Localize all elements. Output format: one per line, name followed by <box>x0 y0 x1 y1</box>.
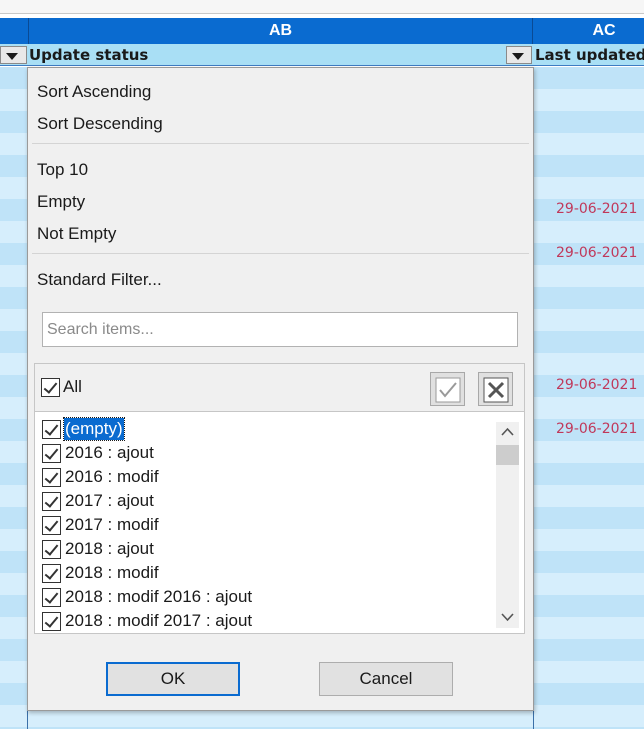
filter-value-checkbox[interactable] <box>42 516 61 535</box>
filter-value-label[interactable]: 2018 : modif 2016 : ajout <box>64 586 253 608</box>
ok-button[interactable]: OK <box>106 662 240 696</box>
chevron-up-icon <box>501 427 514 436</box>
empty-filter-item[interactable]: Empty <box>37 191 85 213</box>
filter-value-checkbox[interactable] <box>42 492 61 511</box>
date-cell[interactable]: 29-06-2021 <box>556 421 637 437</box>
top-10-item[interactable]: Top 10 <box>37 159 88 181</box>
search-items-field[interactable] <box>42 312 518 347</box>
menu-separator <box>32 143 529 144</box>
filter-value-label[interactable]: 2018 : ajout <box>64 538 155 560</box>
select-all-bar: All <box>34 363 525 411</box>
filter-value-item[interactable]: 2016 : modif <box>35 465 495 489</box>
uncheck-all-button[interactable] <box>478 372 513 406</box>
autofilter-dropdown-ab[interactable] <box>506 46 532 64</box>
filter-value-label[interactable]: 2017 : ajout <box>64 490 155 512</box>
filter-value-item[interactable]: 2017 : modif <box>35 513 495 537</box>
date-cell[interactable]: 29-06-2021 <box>556 245 637 261</box>
filter-value-item[interactable]: (empty) <box>35 417 495 441</box>
filter-value-label[interactable]: 2017 : modif <box>64 514 160 536</box>
cross-box-icon <box>483 377 509 403</box>
autofilter-popup: Sort Ascending Sort Descending Top 10 Em… <box>27 67 534 711</box>
filter-value-label[interactable]: 2018 : modif <box>64 562 160 584</box>
sort-descending-item[interactable]: Sort Descending <box>37 113 163 135</box>
formula-bar-strip <box>0 0 644 14</box>
scroll-thumb[interactable] <box>496 445 519 465</box>
filter-value-checkbox[interactable] <box>42 588 61 607</box>
filter-value-checkbox[interactable] <box>42 468 61 487</box>
filter-value-checkbox[interactable] <box>42 420 61 439</box>
autofilter-dropdown-aa[interactable] <box>0 46 27 64</box>
select-all-label[interactable]: All <box>63 377 82 397</box>
filter-value-label[interactable]: 2016 : modif <box>64 466 160 488</box>
header-cell-last-updated[interactable]: Last updated <box>534 44 644 66</box>
filter-value-checkbox[interactable] <box>42 540 61 559</box>
scroll-up-button[interactable] <box>496 422 519 442</box>
filter-value-checkbox[interactable] <box>42 444 61 463</box>
column-headers: AB AC <box>0 18 644 44</box>
date-cell[interactable]: 29-06-2021 <box>556 201 637 217</box>
filter-value-checkbox[interactable] <box>42 564 61 583</box>
cancel-button[interactable]: Cancel <box>319 662 453 696</box>
not-empty-filter-item[interactable]: Not Empty <box>37 223 116 245</box>
filter-value-label[interactable]: (empty) <box>63 417 125 441</box>
filter-value-checkbox[interactable] <box>42 612 61 631</box>
scroll-down-button[interactable] <box>496 608 519 628</box>
menu-separator <box>32 253 529 254</box>
filter-value-item[interactable]: 2017 : ajout <box>35 489 495 513</box>
filter-value-label[interactable]: 2016 : ajout <box>64 442 155 464</box>
select-all-checkbox[interactable] <box>41 378 60 397</box>
checkmark-icon <box>435 377 461 403</box>
filter-value-item[interactable]: 2018 : modif 2017 : ajout <box>35 609 495 633</box>
filter-value-item[interactable]: 2018 : modif 2016 : ajout <box>35 585 495 609</box>
list-scrollbar[interactable] <box>496 422 519 628</box>
check-all-button[interactable] <box>430 372 465 406</box>
chevron-down-icon <box>501 613 514 622</box>
filter-value-item[interactable]: 2018 : modif <box>35 561 495 585</box>
header-cell-update-status[interactable]: Update status <box>28 44 504 66</box>
column-header-ab[interactable]: AB <box>28 18 533 44</box>
sort-ascending-item[interactable]: Sort Ascending <box>37 81 151 103</box>
filter-value-item[interactable]: 2018 : ajout <box>35 537 495 561</box>
filter-value-item[interactable]: 2016 : ajout <box>35 441 495 465</box>
date-cell[interactable]: 29-06-2021 <box>556 377 637 393</box>
standard-filter-item[interactable]: Standard Filter... <box>37 269 162 291</box>
header-row: Update status Last updated <box>0 44 644 66</box>
search-items-input[interactable] <box>43 313 517 346</box>
column-header-ac[interactable]: AC <box>534 18 644 44</box>
filter-value-label[interactable]: 2018 : modif 2017 : ajout <box>64 610 253 632</box>
filter-values-list[interactable]: (empty) 2016 : ajout 2016 : modif 2017 : aj… <box>34 411 525 634</box>
